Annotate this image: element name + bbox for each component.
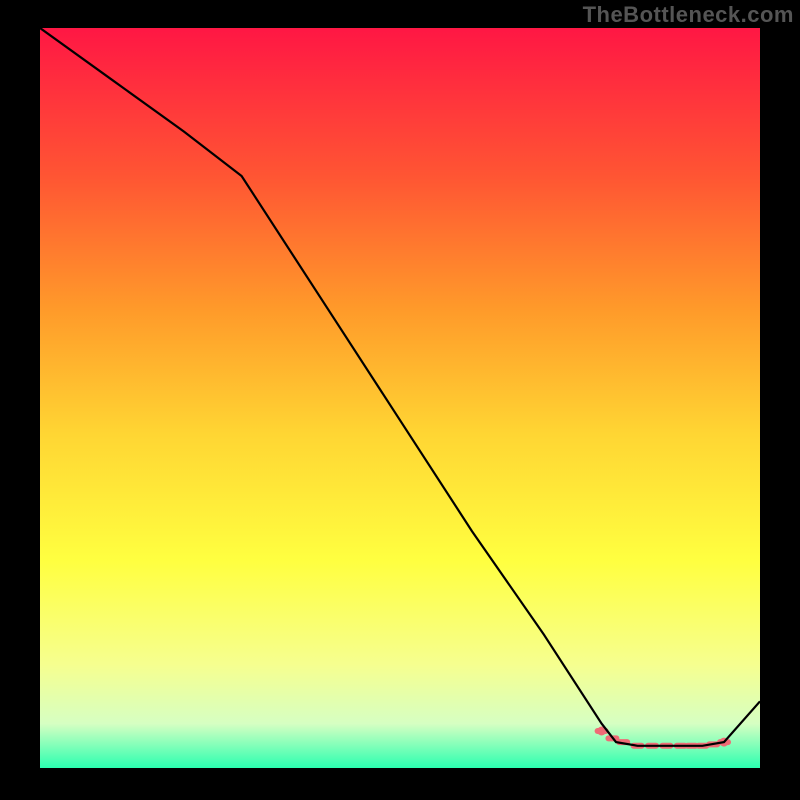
plot-area: [40, 28, 760, 768]
bottleneck-chart: [40, 28, 760, 768]
watermark-text: TheBottleneck.com: [583, 2, 794, 28]
chart-frame: TheBottleneck.com: [0, 0, 800, 800]
gradient-background: [40, 28, 760, 768]
